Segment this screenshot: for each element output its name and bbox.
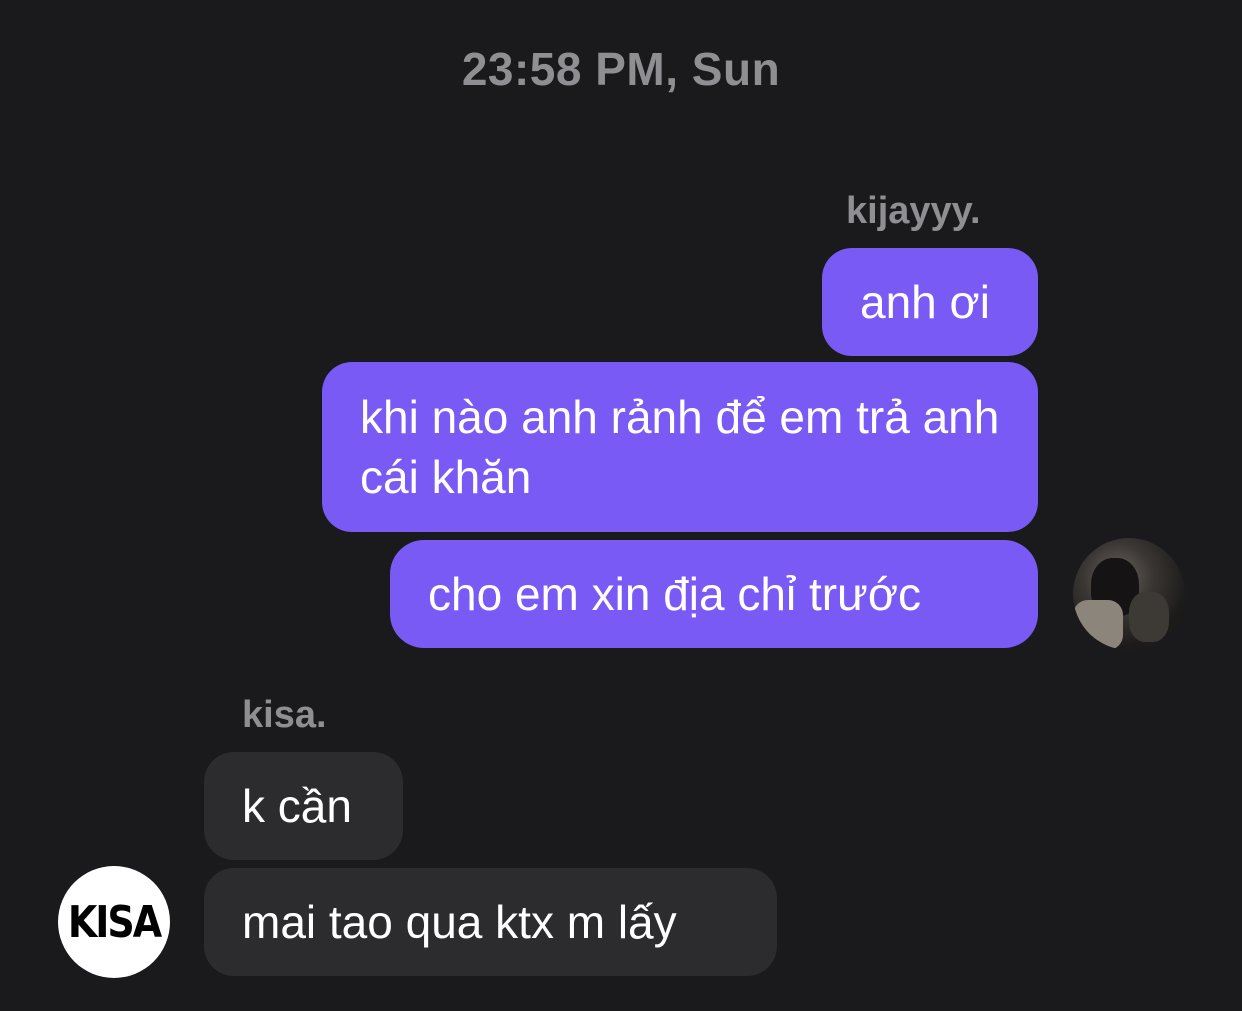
incoming-message-bubble[interactable]: mai tao qua ktx m lấy <box>204 868 777 976</box>
incoming-message-bubble[interactable]: k cần <box>204 752 403 860</box>
outgoing-message-bubble[interactable]: khi nào anh rảnh để em trả anh cái khăn <box>322 362 1038 532</box>
outgoing-message-bubble[interactable]: anh ơi <box>822 248 1038 356</box>
outgoing-sender-name: kijayyy. <box>846 190 981 232</box>
incoming-sender-name: kisa. <box>242 694 327 736</box>
kisa-avatar[interactable]: KISA <box>58 866 170 978</box>
message-timestamp: 23:58 PM, Sun <box>461 43 781 95</box>
kisa-logo-text: KISA <box>67 896 162 948</box>
outgoing-message-bubble[interactable]: cho em xin địa chỉ trước <box>390 540 1038 648</box>
sender-avatar-photo[interactable] <box>1073 538 1185 650</box>
